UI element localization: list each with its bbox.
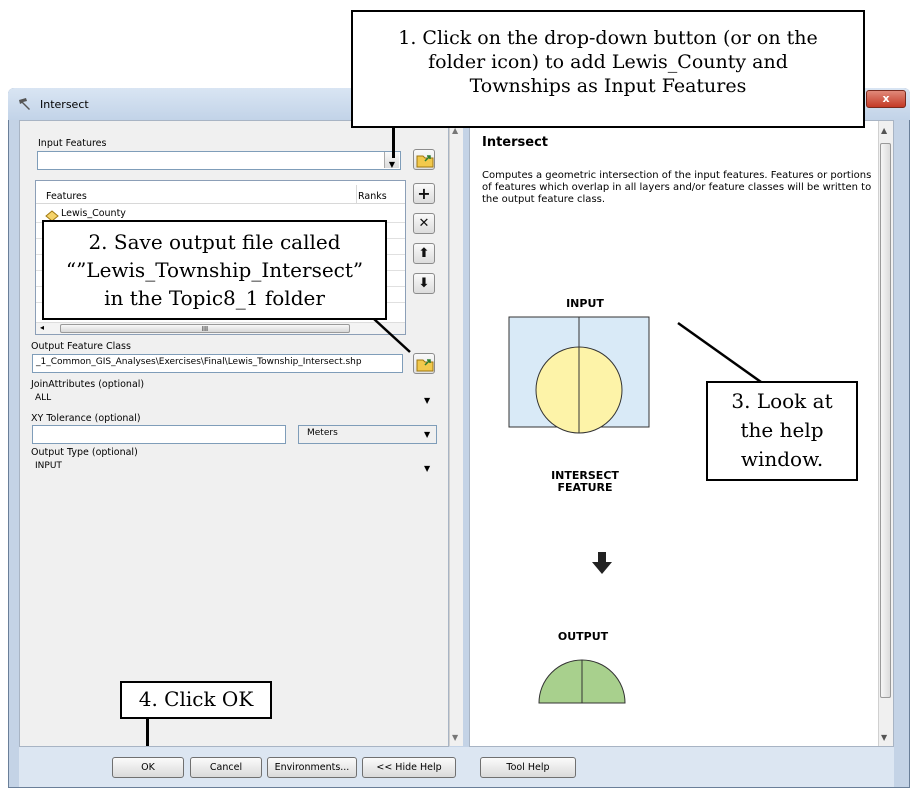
join-attributes-label: JoinAttributes (optional) <box>31 379 145 390</box>
callout-2-line-1: 2. Save output file called <box>88 230 341 254</box>
scroll-up-icon[interactable]: ▲ <box>881 126 887 135</box>
ranks-column-header: Ranks <box>358 191 387 202</box>
chevron-down-icon[interactable]: ▼ <box>424 430 430 439</box>
chevron-down-icon[interactable]: ▼ <box>424 396 430 405</box>
input-features-field[interactable] <box>37 151 401 170</box>
intersect-feature-caption: INTERSECT FEATURE <box>530 470 640 494</box>
callout-1-line-2: folder icon) to add Lewis_County and <box>428 51 788 73</box>
callout-step-3: 3. Look at the help window. <box>706 381 858 481</box>
join-attributes-select[interactable]: ALL <box>32 391 437 408</box>
help-description: Computes a geometric intersection of the… <box>482 170 872 205</box>
arrow-down-icon: ⬇ <box>418 276 430 291</box>
callout-step-4: 4. Click OK <box>120 681 272 719</box>
folder-icon <box>416 155 434 168</box>
callout-1-leader <box>392 128 395 158</box>
column-divider <box>356 185 357 203</box>
folder-icon <box>416 359 434 372</box>
plus-icon: + <box>417 184 431 203</box>
cancel-button[interactable]: Cancel <box>190 757 262 778</box>
callout-2-leader <box>370 316 415 356</box>
callout-3-leader <box>675 320 765 385</box>
output-feature-class-label: Output Feature Class <box>31 341 131 352</box>
close-button[interactable]: x <box>866 90 906 108</box>
features-list-header <box>36 184 405 204</box>
ok-button[interactable]: OK <box>112 757 184 778</box>
input-diagram <box>505 315 655 485</box>
polygon-layer-icon <box>45 207 59 222</box>
list-item[interactable]: Lewis_County <box>61 208 126 219</box>
input-caption: INPUT <box>566 297 604 310</box>
output-caption: OUTPUT <box>557 630 609 643</box>
callout-3-line-1: 3. Look at <box>731 389 833 413</box>
hammer-icon <box>17 96 33 110</box>
callout-3-line-2: the help <box>740 418 824 442</box>
help-title: Intersect <box>482 135 549 150</box>
output-type-label: Output Type (optional) <box>31 447 138 458</box>
xy-tolerance-label: XY Tolerance (optional) <box>31 413 141 424</box>
environments-button[interactable]: Environments... <box>267 757 357 778</box>
scroll-thumb[interactable]: III <box>60 324 350 333</box>
output-diagram <box>535 655 635 710</box>
move-up-button[interactable]: ⬆ <box>413 243 435 264</box>
x-icon: ✕ <box>418 216 430 231</box>
scroll-down-icon[interactable]: ▼ <box>452 733 458 742</box>
callout-1-line-3: Townships as Input Features <box>469 75 747 97</box>
callout-3-line-3: window. <box>740 447 824 471</box>
intersect-caption-line-2: FEATURE <box>557 481 613 494</box>
output-type-select[interactable]: INPUT <box>32 459 437 476</box>
chevron-down-icon: ▼ <box>388 160 396 169</box>
callout-1-line-1: 1. Click on the drop-down button (or on … <box>398 27 818 49</box>
callout-step-2: 2. Save output file called “”Lewis_Towns… <box>42 220 387 320</box>
tool-help-button[interactable]: Tool Help <box>480 757 576 778</box>
callout-step-1: 1. Click on the drop-down button (or on … <box>351 10 865 128</box>
window-title: Intersect <box>40 98 89 111</box>
help-scroll-thumb[interactable] <box>880 143 891 698</box>
callout-2-line-2: “”Lewis_Township_Intersect” <box>65 258 364 282</box>
hide-help-button[interactable]: << Hide Help <box>362 757 456 778</box>
arrow-down-icon <box>590 550 614 576</box>
arrow-up-icon: ⬆ <box>418 246 430 261</box>
features-column-header: Features <box>46 191 87 202</box>
input-features-folder-button[interactable] <box>413 149 435 170</box>
input-features-label: Input Features <box>38 138 107 149</box>
parameters-vertical-scrollbar[interactable] <box>449 121 463 746</box>
xy-tolerance-input[interactable] <box>32 425 286 444</box>
add-row-button[interactable]: + <box>413 183 435 204</box>
move-down-button[interactable]: ⬇ <box>413 273 435 294</box>
output-feature-class-field[interactable]: _1_Common_GIS_Analyses\Exercises\Final\L… <box>32 354 403 373</box>
output-browse-button[interactable] <box>413 353 435 374</box>
callout-4-leader <box>146 719 149 746</box>
xy-units-select[interactable]: Meters <box>298 425 437 444</box>
chevron-down-icon[interactable]: ▼ <box>424 464 430 473</box>
scroll-down-icon[interactable]: ▼ <box>881 733 887 742</box>
scroll-left-icon[interactable]: ◂ <box>40 323 44 332</box>
callout-2-line-3: in the Topic8_1 folder <box>104 286 325 310</box>
remove-row-button[interactable]: ✕ <box>413 213 435 234</box>
